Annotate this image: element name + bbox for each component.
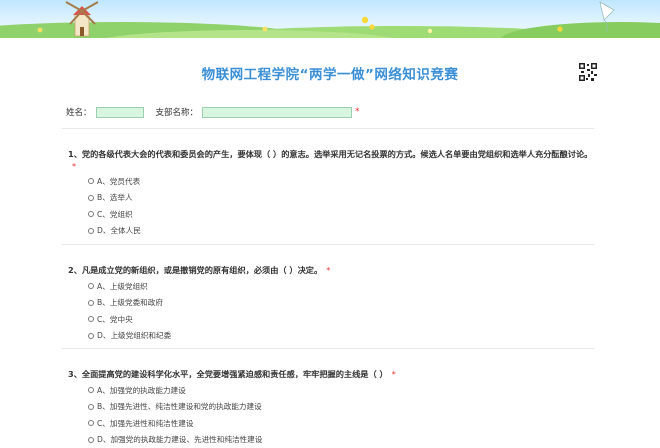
option-d[interactable]: D、上级党组织和纪委 [88,328,171,345]
question-1: 1、党的各级代表大会的代表和委员会的产生，要体现（ ）的意志。选举采用无记名投票… [68,148,598,172]
option-label: A、党员代表 [97,176,140,187]
divider [62,244,594,245]
option-a[interactable]: A、上级党组织 [88,278,171,295]
option-label: B、上级党委和政府 [97,297,163,308]
option-label: B、加强先进性、纯洁性建设和党的执政能力建设 [97,401,262,412]
option-c[interactable]: C、党中央 [88,311,171,328]
radio-icon[interactable] [88,404,94,410]
participant-info-row: 姓名： 支部名称： * [66,105,360,119]
option-b[interactable]: B、加强先进性、纯洁性建设和党的执政能力建设 [88,399,262,416]
radio-icon[interactable] [88,420,94,426]
radio-icon[interactable] [88,300,94,306]
option-c[interactable]: C、加强先进性和纯洁性建设 [88,415,262,432]
required-mark: * [326,265,330,275]
required-mark: * [72,161,76,171]
survey-page: 物联网工程学院“两学一做”网络知识竞赛 姓名： 支部名称： * 1、党的各级代表… [0,38,660,440]
option-b[interactable]: B、选举人 [88,190,141,207]
radio-icon[interactable] [88,211,94,217]
branch-input[interactable] [202,107,352,118]
radio-icon[interactable] [88,387,94,393]
option-label: C、加强先进性和纯洁性建设 [97,418,193,429]
name-label: 姓名： [66,106,92,118]
option-d[interactable]: D、全体人民 [88,223,141,240]
branch-label: 支部名称： [156,106,199,118]
header-banner [0,0,660,38]
qr-code-icon[interactable] [578,62,598,82]
required-mark: * [355,107,360,117]
option-label: A、加强党的执政能力建设 [97,385,186,396]
question-2-options: A、上级党组织 B、上级党委和政府 C、党中央 D、上级党组织和纪委 [88,278,171,344]
radio-icon[interactable] [88,316,94,322]
question-text: 3、全面提高党的建设科学化水平，全党要增强紧迫感和责任感，牢牢把握的主线是（ ） [68,369,388,379]
question-2: 2、凡是成立党的新组织，或是撤销党的原有组织，必须由（ ）决定。 * [68,264,598,276]
question-3: 3、全面提高党的建设科学化水平，全党要增强紧迫感和责任感，牢牢把握的主线是（ ）… [68,368,598,380]
option-label: B、选举人 [97,192,133,203]
option-label: D、全体人民 [97,225,141,236]
divider [62,128,594,129]
radio-icon[interactable] [88,333,94,339]
name-input[interactable] [96,107,144,118]
question-3-options: A、加强党的执政能力建设 B、加强先进性、纯洁性建设和党的执政能力建设 C、加强… [88,382,262,448]
required-mark: * [392,369,396,379]
option-label: C、党中央 [97,314,133,325]
banner-illustration [0,0,660,38]
page-title: 物联网工程学院“两学一做”网络知识竞赛 [0,63,660,83]
option-label: D、上级党组织和纪委 [97,330,171,341]
radio-icon[interactable] [88,195,94,201]
question-text: 1、党的各级代表大会的代表和委员会的产生，要体现（ ）的意志。选举采用无记名投票… [68,149,592,159]
divider [62,348,594,349]
radio-icon[interactable] [88,178,94,184]
option-label: C、党组织 [97,209,133,220]
option-a[interactable]: A、加强党的执政能力建设 [88,382,262,399]
option-label: A、上级党组织 [97,281,148,292]
option-a[interactable]: A、党员代表 [88,173,141,190]
question-1-options: A、党员代表 B、选举人 C、党组织 D、全体人民 [88,173,141,239]
radio-icon[interactable] [88,283,94,289]
option-c[interactable]: C、党组织 [88,206,141,223]
radio-icon[interactable] [88,228,94,234]
option-b[interactable]: B、上级党委和政府 [88,295,171,312]
question-text: 2、凡是成立党的新组织，或是撤销党的原有组织，必须由（ ）决定。 [68,265,322,275]
